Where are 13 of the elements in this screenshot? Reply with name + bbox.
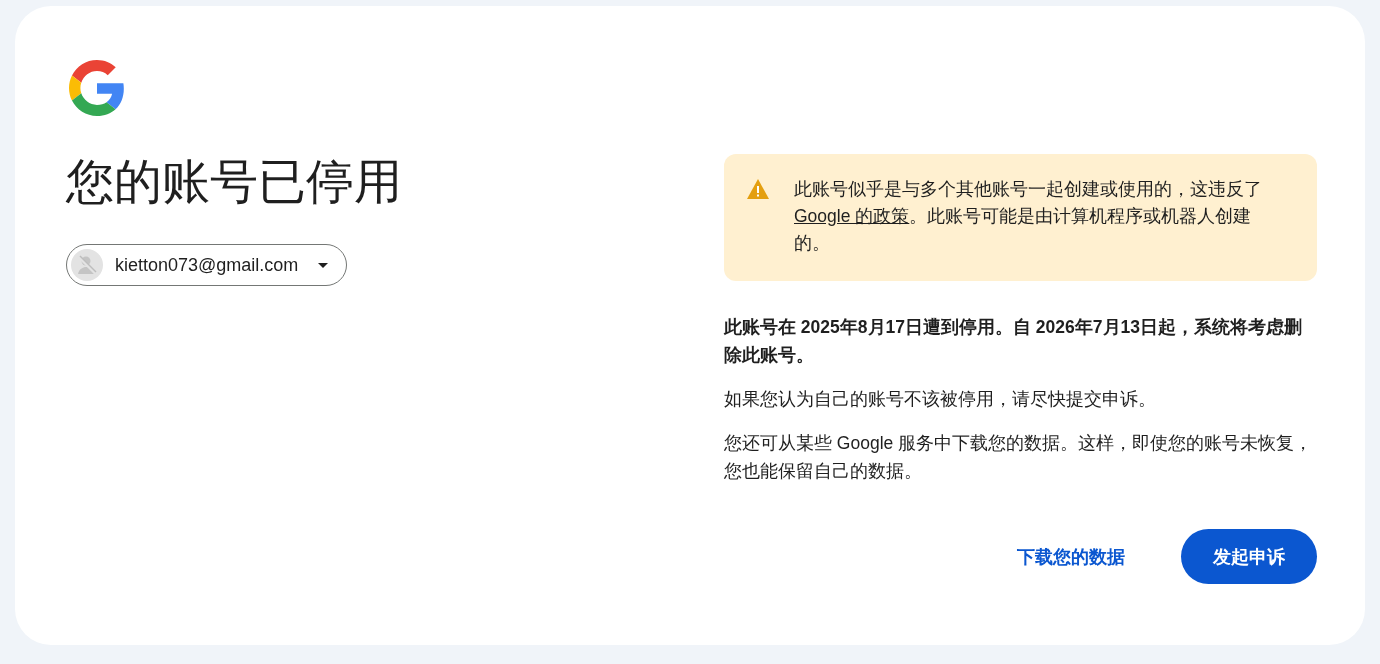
download-button[interactable]: 下载您的数据 bbox=[985, 529, 1157, 584]
caret-icon bbox=[318, 262, 329, 268]
account-chip[interactable]: kietton073@gmail.com bbox=[66, 244, 348, 286]
info-text: 如果您认为自己的账号不该被停用，请尽快提交申诉。 bbox=[724, 388, 1157, 411]
info-text: 您还可从某些 Google 服务中下载您的数据。这样，即使您的账号未恢复，您也能保留自己的数据。 bbox=[724, 432, 1314, 483]
avatar-icon bbox=[71, 249, 103, 281]
warning-icon bbox=[746, 178, 770, 200]
warning-text: 此账号似乎是与多个其他账号一起创建或使用的，这违反了 Google 的政策。此账号可能是由计算机程序或机器人创建的。 bbox=[794, 178, 1263, 255]
page-title: 您的账号已停用 bbox=[66, 154, 403, 210]
g-logo-icon bbox=[69, 60, 125, 116]
policy-link[interactable]: Google 的政策 bbox=[794, 206, 910, 226]
status-notice: 此账号在 2025年8月17日遭到停用。自 2026年7月13日起，系统将考虑删除此账号。 bbox=[724, 316, 1303, 367]
appeal-button[interactable]: 发起申诉 bbox=[1181, 529, 1317, 584]
